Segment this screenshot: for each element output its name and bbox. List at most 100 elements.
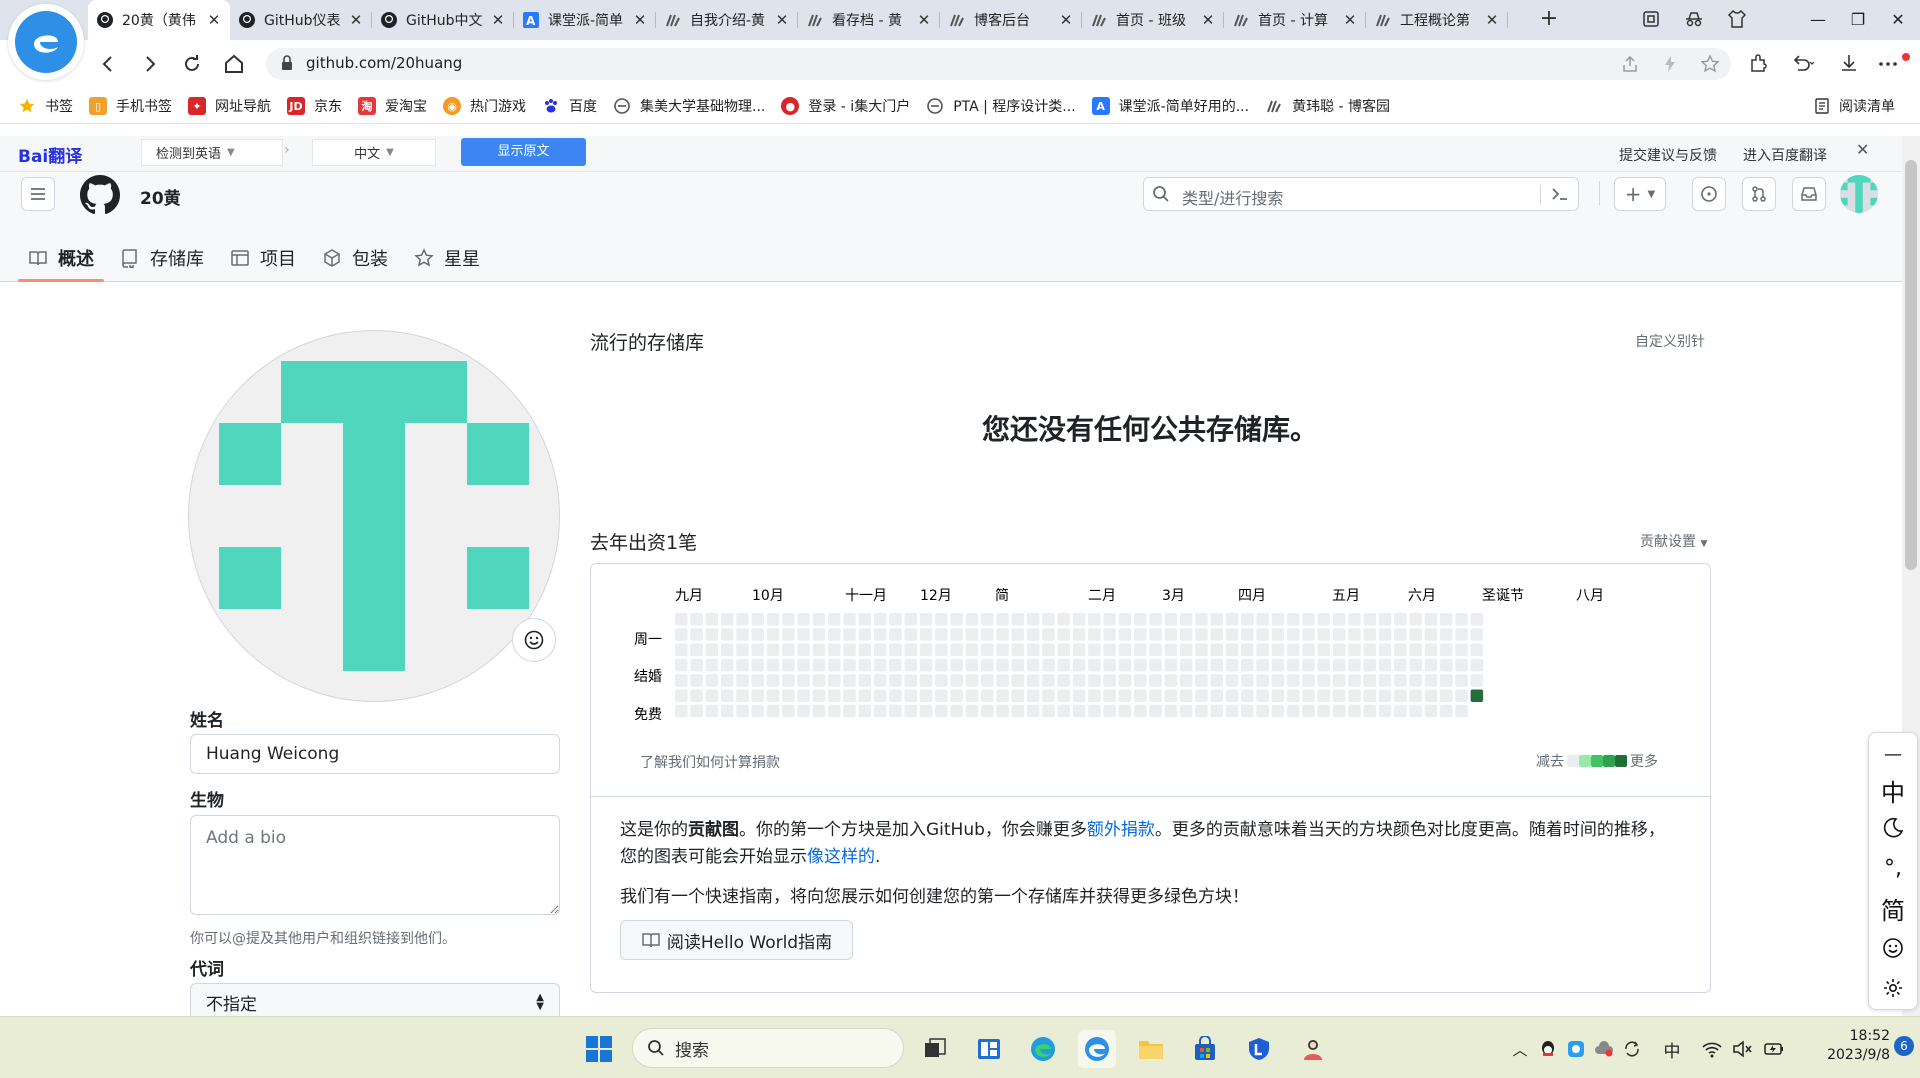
contribution-day-cell[interactable] [1149, 643, 1162, 657]
close-window-button[interactable]: ✕ [1878, 6, 1918, 34]
contribution-day-cell[interactable] [1026, 613, 1040, 626]
widgets-icon[interactable] [970, 1030, 1008, 1068]
contribution-day-cell[interactable] [720, 658, 734, 672]
contribution-day-cell[interactable] [1088, 643, 1101, 657]
contribution-day-cell[interactable] [1057, 689, 1071, 703]
contribution-day-cell[interactable] [812, 628, 826, 641]
contribution-day-cell[interactable] [782, 643, 795, 657]
contribution-day-cell[interactable] [1164, 628, 1178, 641]
tab-blog-admin[interactable]: 博客后台 ✕ [940, 0, 1082, 40]
collections-icon[interactable] [1640, 8, 1664, 32]
contribution-day-cell[interactable] [1118, 613, 1132, 626]
contribution-day-cell[interactable] [797, 628, 810, 641]
contribution-day-cell[interactable] [1195, 628, 1208, 641]
contribution-day-cell[interactable] [1103, 689, 1116, 703]
contribution-day-cell[interactable] [720, 689, 734, 703]
contribution-day-cell[interactable] [1317, 704, 1331, 718]
contribution-day-cell[interactable] [1118, 643, 1132, 657]
restore-button[interactable]: ❐ [1838, 6, 1878, 34]
contribution-day-cell[interactable] [1225, 689, 1239, 703]
contribution-day-cell[interactable] [675, 704, 688, 718]
contribution-day-cell[interactable] [919, 613, 933, 626]
contribution-day-cell[interactable] [1026, 658, 1040, 672]
bookmark-item[interactable]: ✦ 网址导航 [188, 96, 271, 116]
contribution-day-cell[interactable] [843, 643, 856, 657]
source-language-select[interactable]: 检测到英语 ▼ [141, 139, 283, 166]
contribution-day-cell[interactable] [1134, 674, 1147, 687]
contribution-day-cell[interactable] [1440, 628, 1453, 641]
contribution-day-cell[interactable] [981, 658, 994, 672]
contribution-day-cell[interactable] [766, 704, 780, 718]
wifi-icon[interactable] [1700, 1037, 1724, 1061]
contribution-day-cell[interactable] [1179, 674, 1193, 687]
contribution-day-cell[interactable] [1118, 674, 1132, 687]
contribution-day-cell[interactable] [873, 628, 887, 641]
contribution-day-cell[interactable] [1057, 658, 1071, 672]
contribution-day-cell[interactable] [1149, 674, 1162, 687]
bookmark-item[interactable]: 集美大学基础物理... [613, 96, 765, 116]
contribution-day-cell[interactable] [919, 628, 933, 641]
contribution-day-cell[interactable] [1011, 613, 1025, 626]
contribution-day-cell[interactable] [1287, 658, 1300, 672]
favorite-star-icon[interactable] [1700, 54, 1720, 74]
contribution-day-cell[interactable] [904, 658, 918, 672]
contribution-day-cell[interactable] [1195, 674, 1208, 687]
contribution-day-cell[interactable] [1149, 613, 1162, 626]
scrollbar-thumb[interactable] [1905, 160, 1917, 570]
contribution-day-cell[interactable] [812, 674, 826, 687]
forward-button[interactable] [138, 52, 162, 76]
contribution-day-cell[interactable] [720, 674, 734, 687]
contribution-day-cell[interactable] [1088, 704, 1101, 718]
contribution-day-cell[interactable] [1363, 689, 1377, 703]
contribution-day-cell[interactable] [705, 628, 719, 641]
contribution-day-cell[interactable] [935, 628, 948, 641]
contribution-day-cell[interactable] [1057, 628, 1071, 641]
contribution-day-cell[interactable] [1348, 704, 1361, 718]
contribution-day-cell[interactable] [736, 643, 749, 657]
contribution-day-cell[interactable] [1378, 689, 1392, 703]
contribution-day-cell[interactable] [690, 704, 703, 718]
contribution-day-cell[interactable] [873, 689, 887, 703]
contribution-day-cell[interactable] [675, 689, 688, 703]
contribution-day-cell[interactable] [812, 689, 826, 703]
contribution-day-cell[interactable] [1195, 613, 1208, 626]
contribution-day-cell[interactable] [1241, 674, 1254, 687]
contribution-day-cell[interactable] [766, 689, 780, 703]
contribution-day-cell[interactable] [935, 704, 948, 718]
contribution-day-cell[interactable] [1072, 628, 1086, 641]
contribution-day-cell[interactable] [1179, 704, 1193, 718]
contribution-day-cell[interactable] [1195, 704, 1208, 718]
qq-tray-icon[interactable] [1536, 1037, 1560, 1061]
contribution-day-cell[interactable] [1271, 689, 1285, 703]
contribution-day-cell[interactable] [1363, 643, 1377, 657]
contribution-day-cell[interactable] [736, 628, 749, 641]
contribution-day-cell[interactable] [1256, 643, 1269, 657]
contribution-day-cell[interactable] [996, 628, 1009, 641]
ime-simplified-button[interactable]: 简 [1868, 890, 1918, 926]
battery-icon[interactable] [1762, 1037, 1786, 1061]
contribution-day-cell[interactable] [705, 613, 719, 626]
contribution-day-cell[interactable] [1026, 628, 1040, 641]
contribution-day-cell[interactable] [935, 658, 948, 672]
contribution-day-cell[interactable] [1302, 643, 1315, 657]
contribution-day-cell[interactable] [1271, 613, 1285, 626]
contribution-day-cell[interactable] [1088, 613, 1101, 626]
contribution-day-cell[interactable] [782, 613, 795, 626]
contribution-day-cell[interactable] [1042, 658, 1055, 672]
contribution-day-cell[interactable] [1149, 689, 1162, 703]
contribution-day-cell[interactable] [1394, 658, 1407, 672]
taskbar-search[interactable]: 搜索 [632, 1028, 904, 1068]
contribution-day-cell[interactable] [1424, 704, 1438, 718]
contribution-day-cell[interactable] [904, 674, 918, 687]
contribution-day-cell[interactable] [751, 658, 765, 672]
close-icon[interactable]: ✕ [348, 11, 364, 29]
tab-stars[interactable]: 星星 [404, 234, 490, 282]
contribution-day-cell[interactable] [1287, 643, 1300, 657]
contribution-day-cell[interactable] [1317, 628, 1331, 641]
contribution-day-cell[interactable] [1455, 689, 1468, 703]
contribution-day-cell[interactable] [1455, 628, 1468, 641]
contribution-day-cell[interactable] [812, 643, 826, 657]
contribution-day-cell[interactable] [1011, 658, 1025, 672]
close-icon[interactable]: ✕ [916, 11, 932, 29]
tab-engineering[interactable]: 工程概论第 ✕ [1366, 0, 1508, 40]
